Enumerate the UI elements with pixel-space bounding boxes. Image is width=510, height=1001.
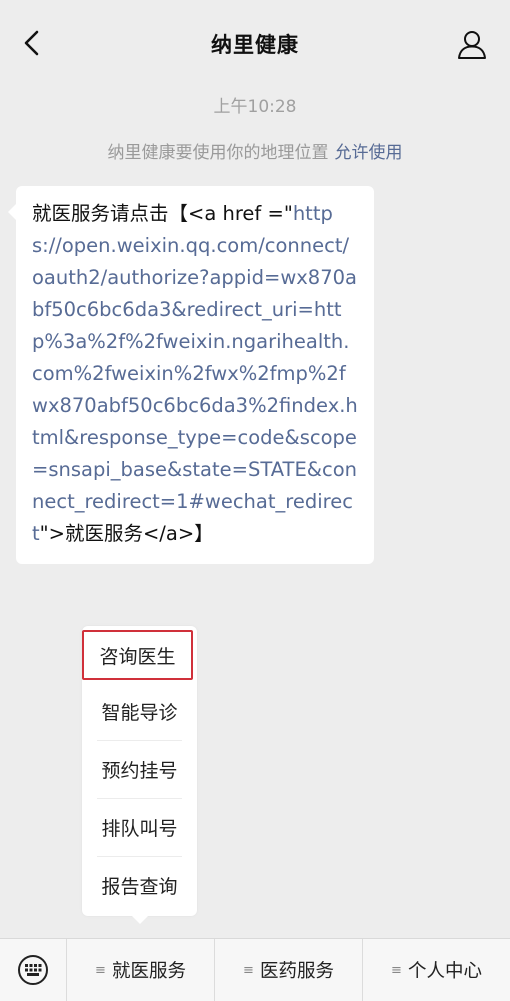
menu-item-consult-doctor[interactable]: 咨询医生 [82,630,193,680]
menu-item-report-query[interactable]: 报告查询 [97,856,182,914]
tab-personal-center[interactable]: ≡ 个人中心 [363,939,510,1001]
message-timestamp: 上午10:28 [213,97,297,117]
tab-label: 就医服务 [111,961,186,982]
message-bubble: 就医服务请点击【<a href ="https://open.weixin.qq… [8,186,374,564]
page-title: 纳里健康 [211,33,299,57]
menu-item-smart-triage[interactable]: 智能导诊 [97,682,182,741]
message-url-link[interactable]: https://open.weixin.qq.com/connect/oauth… [32,202,358,545]
message-suffix: ">就医服务</a>】 [39,522,214,545]
top-navigation-bar: 纳里健康 [0,0,510,88]
menu-list-icon: ≡ [95,962,106,978]
menu-list-icon: ≡ [391,962,402,978]
back-arrow-icon[interactable] [18,28,48,58]
tab-label: 个人中心 [407,961,482,982]
menu-list-icon: ≡ [243,962,254,978]
keyboard-icon[interactable] [0,939,67,1001]
bottom-menu-bar: ≡ 就医服务 ≡ 医药服务 ≡ 个人中心 [0,938,510,1001]
person-icon[interactable] [456,28,488,60]
message-prefix: 就医服务请点击【<a href =" [32,202,293,225]
service-popup-menu: 咨询医生 智能导诊 预约挂号 排队叫号 报告查询 [82,626,197,924]
tab-pharmacy-service[interactable]: ≡ 医药服务 [215,939,363,1001]
menu-item-appointment[interactable]: 预约挂号 [97,740,182,799]
tab-label: 医药服务 [259,961,334,982]
location-notice-text: 纳里健康要使用你的地理位置 [107,143,329,163]
menu-item-queue-call[interactable]: 排队叫号 [97,798,182,857]
tab-medical-service[interactable]: ≡ 就医服务 [67,939,215,1001]
allow-location-link[interactable]: 允许使用 [335,143,403,163]
location-notice: 纳里健康要使用你的地理位置 允许使用 [0,138,510,163]
